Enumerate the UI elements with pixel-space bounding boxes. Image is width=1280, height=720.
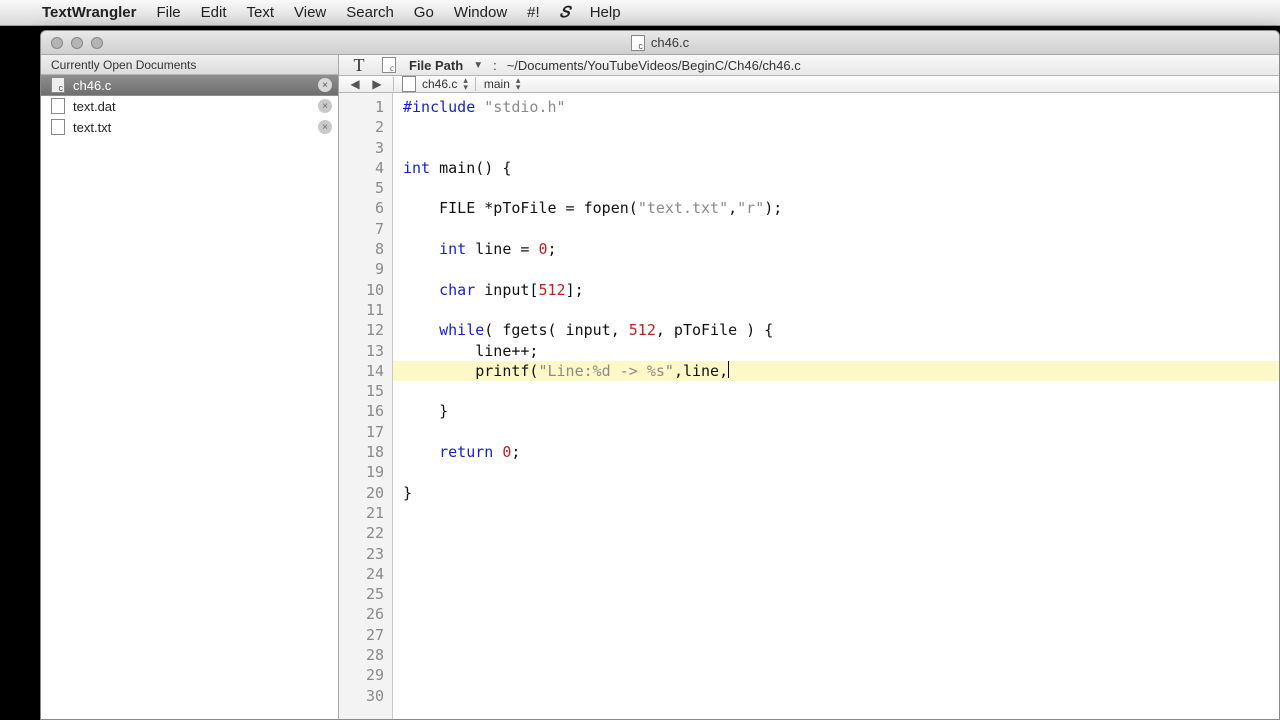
code-editor[interactable]: 1234567891011121314151617181920212223242… bbox=[339, 93, 1279, 720]
text-cursor bbox=[728, 361, 729, 378]
menu-window[interactable]: Window bbox=[454, 4, 507, 21]
window-title: ch46.c bbox=[651, 35, 689, 50]
close-document-icon[interactable]: × bbox=[318, 78, 332, 92]
code-line[interactable]: FILE *pToFile = fopen("text.txt","r"); bbox=[403, 199, 782, 217]
documents-sidebar: Currently Open Documents ch46.c×text.dat… bbox=[41, 55, 339, 719]
scripts-menu-icon[interactable]: 𝑆 bbox=[560, 4, 570, 21]
code-line[interactable]: } bbox=[403, 402, 448, 420]
line-number-gutter: 1234567891011121314151617181920212223242… bbox=[339, 93, 393, 720]
window-zoom-button[interactable] bbox=[91, 37, 103, 49]
sidebar-document-label: text.dat bbox=[73, 99, 116, 114]
app-menu[interactable]: TextWrangler bbox=[42, 4, 136, 21]
path-bar: T File Path ▼ : ~/Documents/YouTubeVideo… bbox=[339, 55, 1279, 76]
file-popup-label: ch46.c bbox=[422, 77, 457, 91]
path-label: File Path bbox=[409, 58, 463, 73]
symbol-popup[interactable]: main ▴▾ bbox=[484, 77, 520, 91]
menu-go[interactable]: Go bbox=[414, 4, 434, 21]
symbol-popup-label: main bbox=[484, 77, 510, 91]
code-line[interactable]: } bbox=[403, 484, 412, 502]
editor-window: ch46.c Currently Open Documents ch46.c×t… bbox=[40, 30, 1280, 720]
nav-back-icon[interactable]: ◀ bbox=[347, 77, 363, 91]
menu-text[interactable]: Text bbox=[247, 4, 275, 21]
close-document-icon[interactable]: × bbox=[318, 120, 332, 134]
file-icon bbox=[51, 98, 65, 114]
menu-shebang[interactable]: #! bbox=[527, 4, 540, 21]
file-icon bbox=[402, 76, 416, 92]
menu-file[interactable]: File bbox=[156, 4, 180, 21]
close-document-icon[interactable]: × bbox=[318, 99, 332, 113]
documents-list: ch46.c × text.dat × text.txt × bbox=[41, 75, 338, 719]
menu-search[interactable]: Search bbox=[346, 4, 394, 21]
code-line[interactable]: int main() { bbox=[403, 159, 511, 177]
code-line[interactable]: return 0; bbox=[403, 443, 520, 461]
window-minimize-button[interactable] bbox=[71, 37, 83, 49]
window-titlebar[interactable]: ch46.c bbox=[41, 31, 1279, 55]
code-line[interactable]: while( fgets( input, 512, pToFile ) { bbox=[403, 321, 773, 339]
menu-view[interactable]: View bbox=[294, 4, 326, 21]
menu-help[interactable]: Help bbox=[590, 4, 621, 21]
nav-forward-icon[interactable]: ▶ bbox=[369, 77, 385, 91]
document-proxy-icon bbox=[631, 35, 645, 51]
nav-bar: ◀ ▶ ch46.c ▴▾ main ▴▾ bbox=[339, 76, 1279, 93]
sidebar-document[interactable]: text.txt × bbox=[41, 117, 338, 138]
sidebar-document-label: text.txt bbox=[73, 120, 111, 135]
code-line[interactable]: line++; bbox=[403, 342, 538, 360]
menu-edit[interactable]: Edit bbox=[201, 4, 227, 21]
text-options-icon[interactable]: T bbox=[349, 55, 369, 75]
path-menu-icon[interactable]: ▼ bbox=[473, 60, 483, 71]
sidebar-document-label: ch46.c bbox=[73, 78, 111, 93]
code-line[interactable]: int line = 0; bbox=[403, 240, 557, 258]
file-popup[interactable]: ch46.c ▴▾ bbox=[402, 76, 467, 92]
chevron-updown-icon: ▴▾ bbox=[516, 77, 520, 91]
code-line[interactable]: printf("Line:%d -> %s",line, bbox=[393, 361, 1279, 381]
document-options-icon[interactable] bbox=[379, 55, 399, 75]
sidebar-document[interactable]: ch46.c × bbox=[41, 75, 338, 96]
cfile-icon bbox=[51, 77, 65, 93]
file-icon bbox=[51, 119, 65, 135]
macos-menubar: TextWrangler File Edit Text View Search … bbox=[0, 0, 1280, 26]
code-line[interactable]: #include "stdio.h" bbox=[403, 98, 566, 116]
code-line[interactable]: char input[512]; bbox=[403, 281, 584, 299]
chevron-updown-icon: ▴▾ bbox=[463, 77, 467, 91]
code-area[interactable]: #include "stdio.h" int main() { FILE *pT… bbox=[393, 93, 1279, 720]
sidebar-header: Currently Open Documents bbox=[41, 55, 338, 75]
sidebar-document[interactable]: text.dat × bbox=[41, 96, 338, 117]
window-close-button[interactable] bbox=[51, 37, 63, 49]
path-crumb[interactable]: ~/Documents/YouTubeVideos/BeginC/Ch46/ch… bbox=[507, 58, 801, 73]
